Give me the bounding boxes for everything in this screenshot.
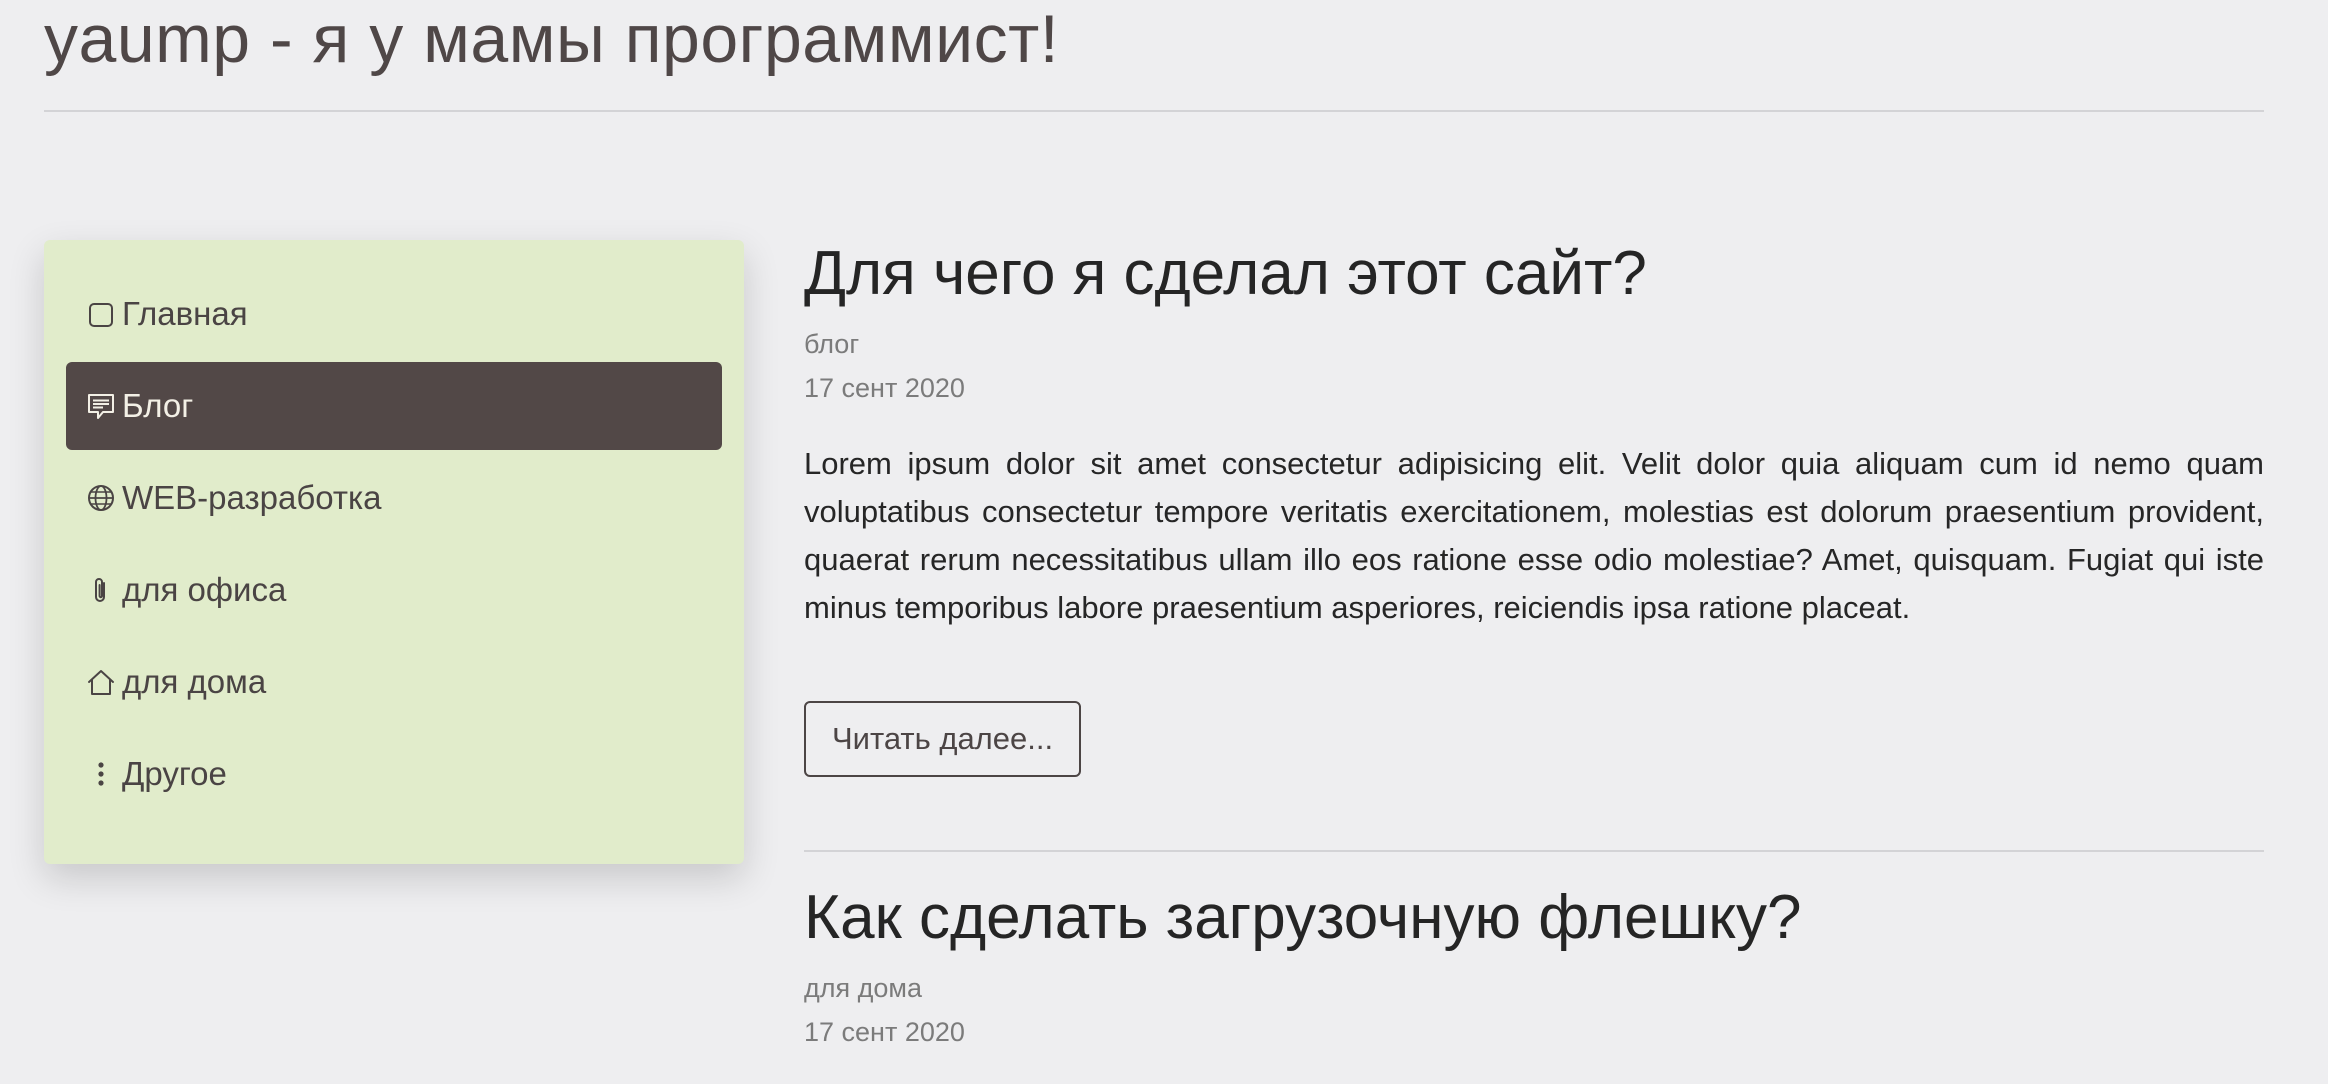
site-title[interactable]: yaump - я у мамы программист!: [44, 0, 1059, 78]
post-card: Для чего я сделал этот сайт? блог 17 сен…: [804, 230, 2264, 777]
sidebar-item-label: WEB-разработка: [122, 479, 382, 516]
sidebar-item-label: Другое: [122, 755, 227, 792]
post-category[interactable]: для дома: [804, 966, 2264, 1010]
sidebar-item-label: для дома: [122, 663, 267, 700]
post-category[interactable]: блог: [804, 322, 2264, 366]
post-date: 17 сент 2020: [804, 1017, 965, 1047]
sidebar-item-label: для офиса: [122, 571, 287, 608]
sidebar-item-web-dev[interactable]: WEB-разработка: [66, 454, 722, 542]
read-more-button[interactable]: Читать далее...: [804, 701, 1082, 777]
post-excerpt: Lorem ipsum dolor sit amet consectetur a…: [804, 446, 2264, 625]
post-card: Как сделать загрузочную флешку? для дома…: [804, 874, 2264, 1054]
sidebar-item-home-use[interactable]: для дома: [66, 638, 722, 726]
more-vertical-icon: [84, 757, 118, 791]
sidebar-item-home[interactable]: Главная: [66, 270, 722, 358]
paperclip-icon: [84, 573, 118, 607]
globe-icon: [84, 481, 118, 515]
sidebar-item-blog[interactable]: Блог: [66, 362, 722, 450]
sidebar-item-other[interactable]: Другое: [66, 730, 722, 818]
sidebar-nav: Главная Блог WEB-разработка для офиса дл…: [44, 240, 744, 864]
square-icon: [84, 297, 118, 331]
post-title[interactable]: Как сделать загрузочную флешку?: [804, 874, 2264, 962]
post-title[interactable]: Для чего я сделал этот сайт?: [804, 230, 2264, 318]
post-date: 17 сент 2020: [804, 373, 965, 403]
header-divider: [44, 110, 2264, 112]
house-icon: [84, 665, 118, 699]
sidebar-item-label: Блог: [122, 387, 194, 424]
sidebar-item-label: Главная: [122, 295, 248, 332]
chat-icon: [84, 389, 118, 423]
post-divider: [804, 850, 2264, 852]
sidebar-item-office[interactable]: для офиса: [66, 546, 722, 634]
